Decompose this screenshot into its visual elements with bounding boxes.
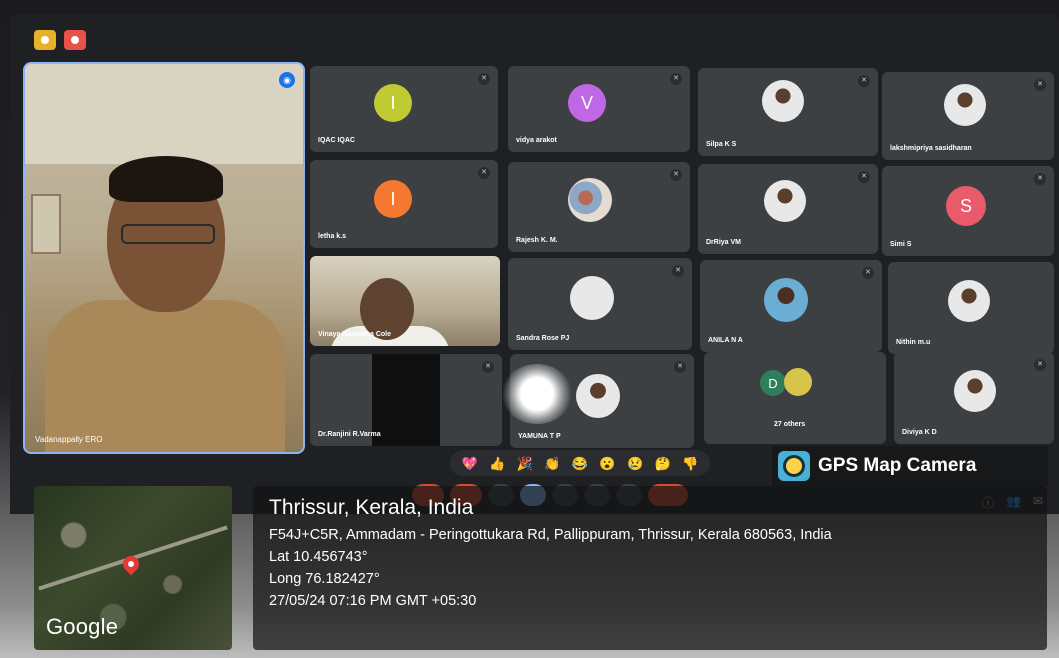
map-brand: Google xyxy=(46,614,119,639)
participant-tile[interactable]: Nithin m.u xyxy=(888,262,1054,354)
laugh-reaction[interactable]: 😂 xyxy=(572,457,588,470)
participant-tile[interactable]: ✕ ANILA N A xyxy=(700,260,882,352)
participant-tile[interactable]: ✕ Rajesh K. M. xyxy=(508,162,690,252)
meeting-info-button[interactable] xyxy=(34,30,56,50)
avatar xyxy=(764,180,806,222)
thumbs-up-reaction[interactable]: 👍 xyxy=(489,457,505,470)
record-button[interactable] xyxy=(64,30,86,50)
map-thumbnail: Google xyxy=(34,486,232,650)
mic-off-icon: ✕ xyxy=(862,267,874,279)
mic-off-icon: ✕ xyxy=(672,265,684,277)
participant-tile[interactable]: V ✕ vidya arakot xyxy=(508,66,690,152)
party-reaction[interactable]: 🎉 xyxy=(517,457,533,470)
avatar: I xyxy=(374,180,412,218)
heart-reaction[interactable]: 💖 xyxy=(462,457,478,470)
avatar: V xyxy=(568,84,606,122)
app-name: GPS Map Camera xyxy=(818,455,977,476)
mic-off-icon: ✕ xyxy=(1034,79,1046,91)
camera-icon xyxy=(778,451,810,481)
avatar: I xyxy=(374,84,412,122)
avatar: S xyxy=(946,186,986,226)
mic-off-icon: ✕ xyxy=(478,73,490,85)
participant-tile[interactable]: S ✕ Simi S xyxy=(882,166,1054,256)
sad-reaction[interactable]: 😢 xyxy=(627,457,643,470)
info-icon xyxy=(41,36,49,44)
avatar xyxy=(948,280,990,322)
latitude: Lat 10.456743° xyxy=(269,549,368,565)
location-city: Thrissur, Kerala, India xyxy=(269,496,474,519)
location-address: F54J+C5R, Ammadam - Peringottukara Rd, P… xyxy=(269,527,832,543)
participant-tile[interactable]: ✕ lakshmipriya sasidharan xyxy=(882,72,1054,160)
participant-tile[interactable]: ✕ Silpa K S xyxy=(698,68,878,156)
thinking-reaction[interactable]: 🤔 xyxy=(655,457,671,470)
record-icon xyxy=(71,36,79,44)
participant-tile[interactable]: I ✕ IQAC IQAC xyxy=(310,66,498,152)
participant-video-tile[interactable]: ✕ Dr.Ranjini R.Varma xyxy=(310,354,502,446)
avatar xyxy=(568,178,612,222)
mic-off-icon: ✕ xyxy=(858,75,870,87)
avatar xyxy=(954,370,996,412)
avatar xyxy=(762,80,804,122)
speaker-name: Vadanappally ERO xyxy=(35,435,103,444)
avatar xyxy=(784,368,812,396)
others-tile[interactable]: D 27 others xyxy=(704,352,886,444)
participant-tile[interactable]: ✕ Diviya K D xyxy=(894,352,1054,444)
mic-off-icon: ✕ xyxy=(478,167,490,179)
surprise-reaction[interactable]: 😮 xyxy=(599,457,615,470)
mic-off-icon: ✕ xyxy=(482,361,494,373)
participant-tile[interactable]: ✕ DrRiya VM xyxy=(698,164,878,254)
mic-off-icon: ✕ xyxy=(1034,359,1046,371)
avatar xyxy=(576,374,620,418)
active-speaker-tile[interactable]: ◉ Vadanappally ERO xyxy=(23,62,305,454)
mic-off-icon: ✕ xyxy=(858,171,870,183)
reactions-bar: 💖 👍 🎉 👏 😂 😮 😢 🤔 👎 xyxy=(450,450,710,476)
meeting-screen: ◉ Vadanappally ERO I ✕ IQAC IQAC V ✕ vid… xyxy=(10,14,1059,514)
timestamp: 27/05/24 07:16 PM GMT +05:30 xyxy=(269,593,477,609)
avatar xyxy=(570,276,614,320)
clap-reaction[interactable]: 👏 xyxy=(544,457,560,470)
avatar: D xyxy=(760,370,786,396)
mic-off-icon: ✕ xyxy=(1034,173,1046,185)
longitude: Long 76.182427° xyxy=(269,571,380,587)
avatar xyxy=(764,278,808,322)
mic-off-icon: ✕ xyxy=(670,73,682,85)
participant-video-tile[interactable]: Vinaya Narayana Cole xyxy=(310,256,500,346)
participant-tile[interactable]: ✕ Sandra Rose PJ xyxy=(508,258,692,350)
mic-off-icon: ✕ xyxy=(674,361,686,373)
gps-camera-badge: GPS Map Camera xyxy=(772,446,1048,486)
pin-icon[interactable]: ◉ xyxy=(279,72,295,88)
avatar xyxy=(944,84,986,126)
thumbs-down-reaction[interactable]: 👎 xyxy=(682,457,698,470)
location-info-panel: Thrissur, Kerala, India F54J+C5R, Ammada… xyxy=(253,486,1047,650)
mic-off-icon: ✕ xyxy=(670,169,682,181)
screen-glare xyxy=(502,364,572,424)
participant-tile[interactable]: I ✕ letha k.s xyxy=(310,160,498,248)
